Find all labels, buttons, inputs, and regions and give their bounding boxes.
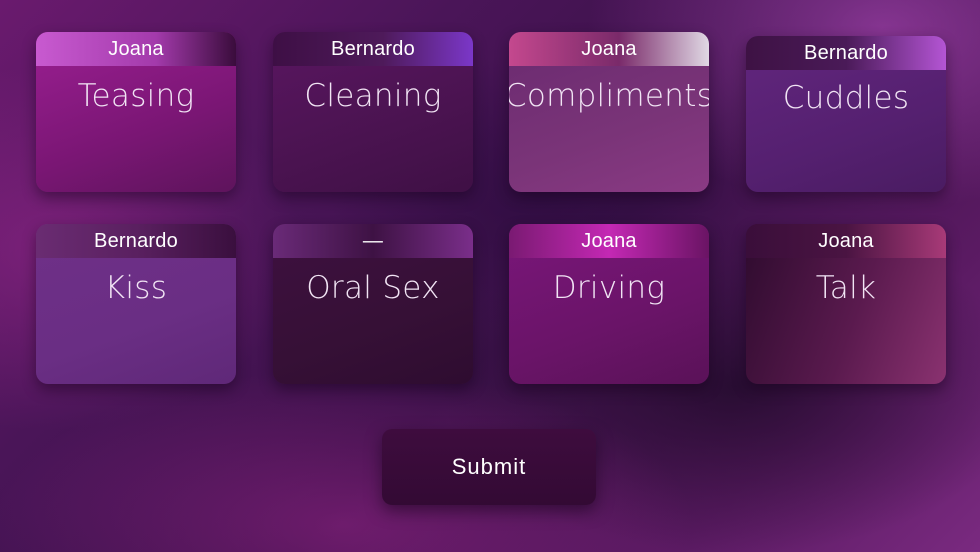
task-card-compliments[interactable]: Joana Compliments <box>509 32 709 192</box>
card-owner-label: Bernardo <box>746 36 946 70</box>
card-title: Compliments <box>509 78 709 114</box>
card-body: Talk <box>746 258 946 384</box>
card-body: Compliments <box>509 66 709 192</box>
card-owner-label: — <box>273 224 473 258</box>
card-owner-label: Joana <box>509 224 709 258</box>
card-title: Cuddles <box>782 80 910 116</box>
card-body: Cuddles <box>746 70 946 192</box>
task-card-kiss[interactable]: Bernardo Kiss <box>36 224 236 384</box>
task-card-oral-sex[interactable]: — Oral Sex <box>273 224 473 384</box>
card-title: Teasing <box>77 78 195 114</box>
card-title: Cleaning <box>304 78 442 114</box>
submit-button[interactable]: Submit <box>382 429 596 505</box>
card-body: Cleaning <box>273 66 473 192</box>
card-title: Talk <box>815 270 877 306</box>
card-body: Teasing <box>36 66 236 192</box>
card-owner-label: Bernardo <box>36 224 236 258</box>
task-card-talk[interactable]: Joana Talk <box>746 224 946 384</box>
task-card-cuddles[interactable]: Bernardo Cuddles <box>746 36 946 192</box>
card-owner-label: Bernardo <box>273 32 473 66</box>
card-owner-label: Joana <box>746 224 946 258</box>
card-body: Oral Sex <box>273 258 473 384</box>
card-body: Driving <box>509 258 709 384</box>
card-owner-label: Joana <box>36 32 236 66</box>
task-card-cleaning[interactable]: Bernardo Cleaning <box>273 32 473 192</box>
card-title: Driving <box>552 270 666 306</box>
card-title: Oral Sex <box>306 270 440 306</box>
card-owner-label: Joana <box>509 32 709 66</box>
task-card-driving[interactable]: Joana Driving <box>509 224 709 384</box>
card-title: Kiss <box>104 270 168 306</box>
task-card-teasing[interactable]: Joana Teasing <box>36 32 236 192</box>
card-body: Kiss <box>36 258 236 384</box>
